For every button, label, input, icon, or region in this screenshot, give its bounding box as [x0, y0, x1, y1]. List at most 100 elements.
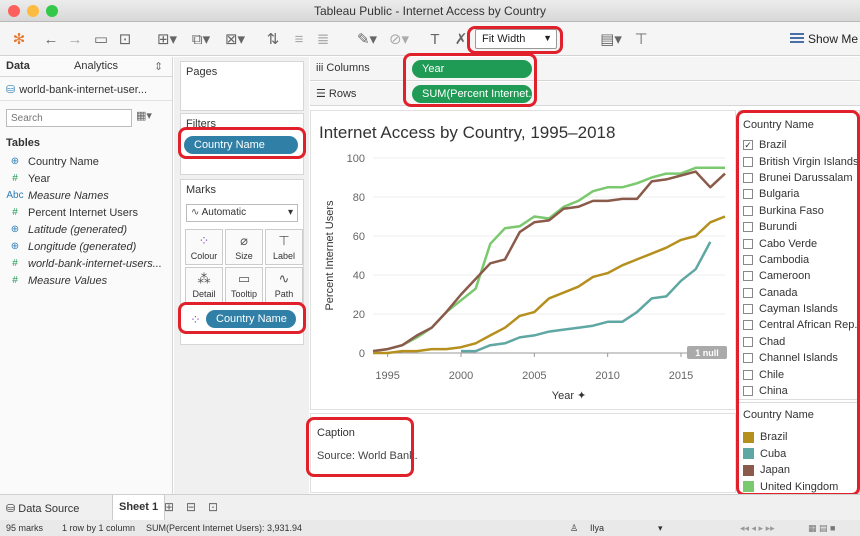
save-icon[interactable]: ▭ [90, 28, 112, 50]
checkbox[interactable] [743, 271, 753, 282]
new-dashboard-icon[interactable]: ⊟ [186, 500, 196, 514]
columns-pill-year[interactable]: Year [412, 60, 532, 78]
field-search-input[interactable] [6, 109, 132, 127]
page-nav-icons[interactable]: ◂◂ ◂ ▸ ▸▸ [740, 523, 775, 534]
checkbox[interactable] [743, 287, 753, 298]
label-icon[interactable]: T [424, 28, 446, 50]
checkbox[interactable] [743, 304, 753, 315]
sort-asc-icon[interactable]: ≡ [288, 28, 310, 50]
presentation-icon[interactable]: ⊤ [630, 28, 652, 50]
forward-icon[interactable]: → [64, 28, 86, 50]
show-me-button[interactable]: Show Me [790, 32, 858, 46]
filter-item[interactable]: China [739, 383, 859, 399]
back-icon[interactable]: ← [40, 28, 62, 50]
analytics-tab-caret[interactable]: ⇕ [148, 57, 169, 76]
checkbox[interactable] [743, 369, 753, 380]
checkbox[interactable]: ✓ [743, 140, 753, 151]
filter-item[interactable]: ✓ Brazil [739, 137, 859, 153]
columns-shelf[interactable]: iii Columns Year [310, 57, 860, 81]
view-toggle-icon[interactable]: ▦▾ [136, 109, 152, 127]
sheet-1-tab[interactable]: Sheet 1 [112, 495, 166, 520]
mark-tooltip-button[interactable]: ▭ Tooltip [225, 267, 263, 303]
filter-item[interactable]: Burkina Faso [739, 203, 859, 219]
mark-colour-button[interactable]: ⁘ Colour [185, 229, 223, 265]
color-pill-country-name[interactable]: Country Name [206, 310, 296, 328]
mark-path-button[interactable]: ∿ Path [265, 267, 303, 303]
checkbox[interactable] [743, 320, 753, 331]
x-tick-label: 2010 [595, 370, 619, 382]
data-source-tab[interactable]: ⛁ Data Source [6, 502, 79, 515]
field-item[interactable]: ⊕ Country Name [6, 153, 166, 170]
datasource-item[interactable]: ⛁ world-bank-internet-user... [0, 77, 172, 101]
checkbox[interactable] [743, 336, 753, 347]
tab-analytics[interactable]: Analytics [68, 57, 148, 76]
filter-item[interactable]: Chile [739, 366, 859, 382]
filter-item[interactable]: Cambodia [739, 252, 859, 268]
field-item[interactable]: # Percent Internet Users [6, 204, 166, 221]
shelves-column: Pages Filters Country Name Marks ∿ Autom… [174, 57, 309, 494]
filter-item[interactable]: Channel Islands [739, 350, 859, 366]
highlight-icon[interactable]: ✎▾ [352, 28, 382, 50]
filter-item[interactable]: Cabo Verde [739, 235, 859, 251]
legend-item[interactable]: Brazil [739, 429, 859, 446]
checkbox[interactable] [743, 222, 753, 233]
new-worksheet-icon[interactable]: ⊞ [164, 500, 174, 514]
filter-item[interactable]: Central African Rep... [739, 317, 859, 333]
field-item[interactable]: # Measure Values [6, 272, 166, 289]
filter-item[interactable]: Colombia [739, 399, 859, 400]
filter-item[interactable]: Brunei Darussalam [739, 170, 859, 186]
field-name: Measure Names [28, 189, 109, 202]
clear-sheet-icon[interactable]: ⊠▾ [218, 28, 252, 50]
checkbox[interactable] [743, 386, 753, 397]
mark-size-button[interactable]: ⌀ Size [225, 229, 263, 265]
filter-item[interactable]: Chad [739, 334, 859, 350]
fit-width-dropdown[interactable]: Fit Width ▼ [475, 29, 557, 49]
viz-area[interactable]: Internet Access by Country, 1995–2018 02… [310, 110, 736, 410]
user-menu[interactable]: Ilya [590, 523, 604, 533]
tableau-logo-icon[interactable]: ✻ [8, 28, 30, 50]
sort-desc-icon[interactable]: ≣ [312, 28, 334, 50]
checkbox[interactable] [743, 238, 753, 249]
mark-label-button[interactable]: ⊤ Label [265, 229, 303, 265]
swap-icon[interactable]: ⇅ [262, 28, 284, 50]
field-item[interactable]: # world-bank-internet-users... [6, 255, 166, 272]
field-item[interactable]: Abc Measure Names [6, 187, 166, 204]
rows-pill-percent[interactable]: SUM(Percent Internet... [412, 85, 532, 103]
legend-item[interactable]: United Kingdom [739, 479, 859, 496]
rows-shelf[interactable]: ☰ Rows SUM(Percent Internet... [310, 82, 860, 106]
tab-data[interactable]: Data [0, 57, 68, 76]
show-cards-icon[interactable]: ▤▾ [594, 28, 628, 50]
filter-item[interactable]: Canada [739, 285, 859, 301]
filter-item[interactable]: Cayman Islands [739, 301, 859, 317]
checkbox[interactable] [743, 353, 753, 364]
mark-detail-button[interactable]: ⁂ Detail [185, 267, 223, 303]
fix-axes-icon[interactable]: ✗ [450, 28, 472, 50]
legend-item[interactable]: Japan [739, 462, 859, 479]
mark-type-dropdown[interactable]: ∿ Automatic ▾ [186, 204, 298, 222]
new-sheet-icon[interactable]: ⊞▾ [150, 28, 184, 50]
duplicate-sheet-icon[interactable]: ⧉▾ [186, 28, 216, 50]
legend-item[interactable]: Cuba [739, 446, 859, 463]
new-datasource-icon[interactable]: ⊡ [114, 28, 136, 50]
user-menu-caret[interactable]: ▾ [658, 523, 663, 534]
checkbox[interactable] [743, 205, 753, 216]
checkbox[interactable] [743, 189, 753, 200]
field-item[interactable]: # Year [6, 170, 166, 187]
filter-item[interactable]: Cameroon [739, 268, 859, 284]
field-name: Country Name [28, 155, 99, 168]
y-tick-label: 20 [353, 309, 365, 321]
filter-item[interactable]: Burundi [739, 219, 859, 235]
filter-item[interactable]: Bulgaria [739, 186, 859, 202]
new-story-icon[interactable]: ⊡ [208, 500, 218, 514]
line-chart[interactable]: 0 20 40 60 80 100 1995 2000 2005 2010 2015 Year ✦ Pe… [311, 111, 735, 409]
field-item[interactable]: ⊕ Longitude (generated) [6, 238, 166, 255]
checkbox[interactable] [743, 254, 753, 265]
checkbox[interactable] [743, 156, 753, 167]
field-item[interactable]: ⊕ Latitude (generated) [6, 221, 166, 238]
filter-pill-country-name[interactable]: Country Name [184, 136, 298, 154]
group-icon[interactable]: ⊘▾ [384, 28, 414, 50]
filter-item-label: Central African Rep... [759, 319, 860, 332]
filter-item[interactable]: British Virgin Islands [739, 153, 859, 169]
checkbox[interactable] [743, 172, 753, 183]
view-mode-icons[interactable]: ▦ ▤ ■ [808, 523, 835, 534]
